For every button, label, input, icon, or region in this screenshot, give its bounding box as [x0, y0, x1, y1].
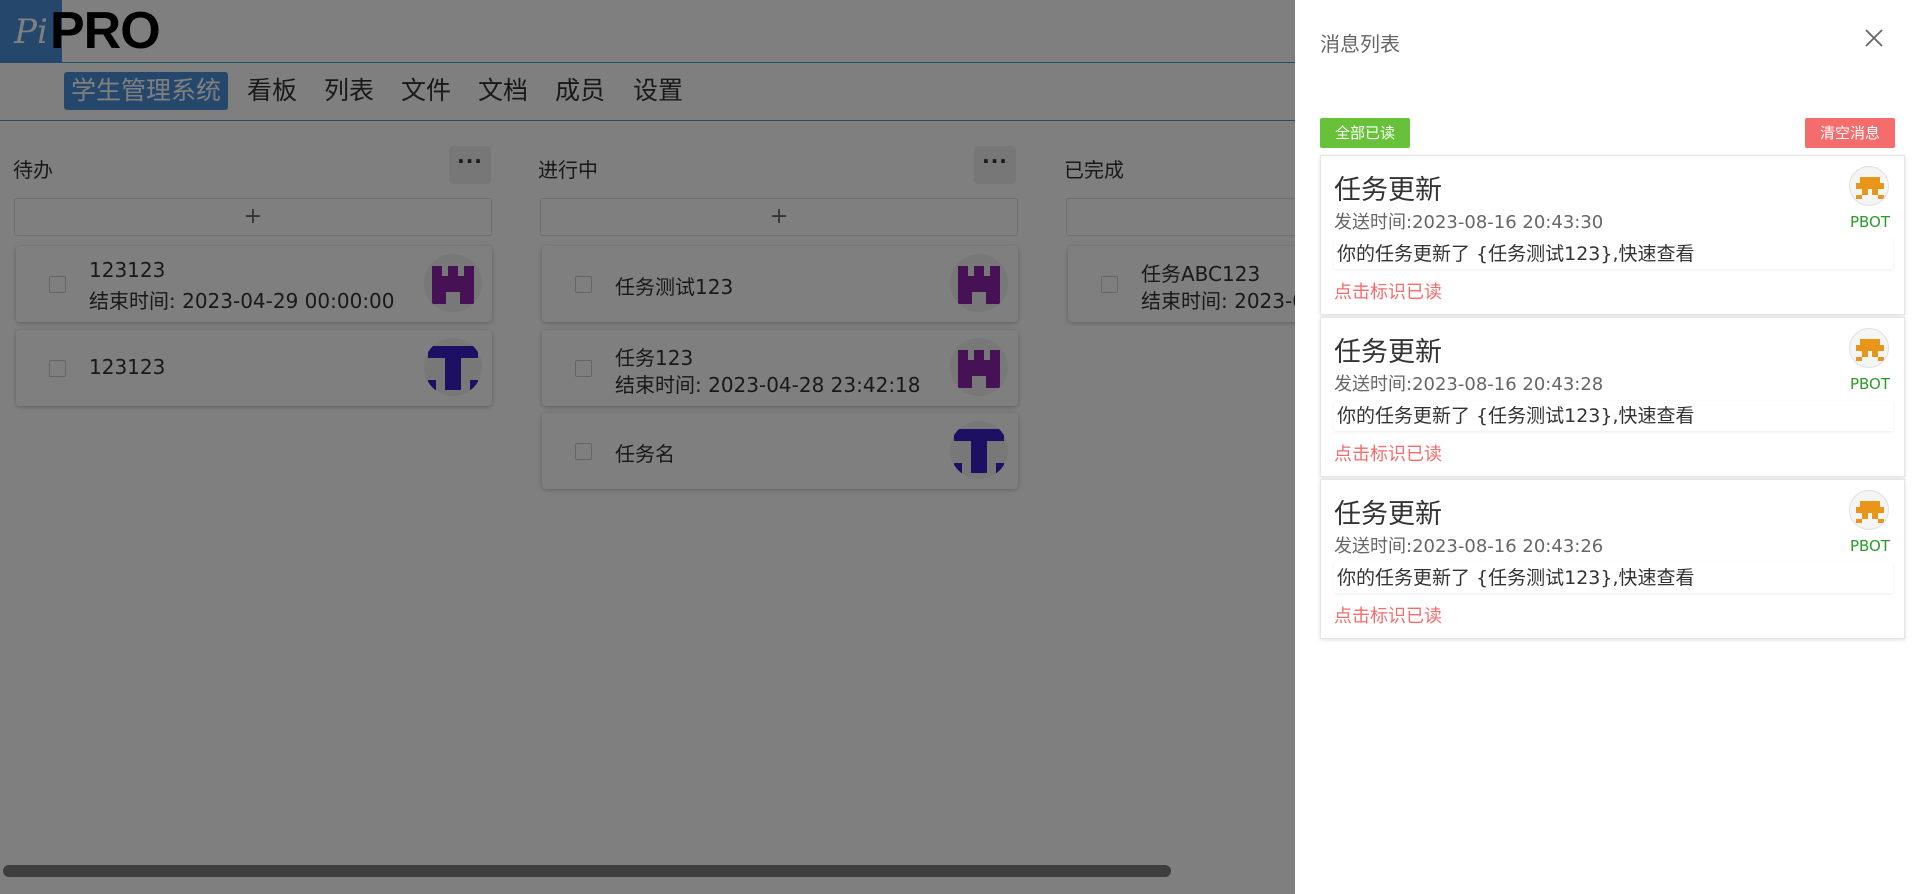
mark-read-link[interactable]: 点击标识已读 [1334, 440, 1442, 466]
message-drawer: 消息列表 全部已读 清空消息 任务更新 发送时间:2023-08-16 20:4… [1295, 0, 1920, 894]
message-time: 发送时间:2023-08-16 20:43:28 [1334, 374, 1604, 395]
drawer-title: 消息列表 [1320, 32, 1400, 56]
message-sender: PBOT [1849, 213, 1890, 231]
message-title: 任务更新 [1334, 175, 1442, 206]
robot-avatar [1849, 328, 1889, 368]
message-title: 任务更新 [1334, 499, 1442, 530]
close-icon[interactable] [1863, 27, 1885, 49]
message-title: 任务更新 [1334, 337, 1442, 368]
clear-messages-button[interactable]: 清空消息 [1805, 118, 1895, 148]
message-time: 发送时间:2023-08-16 20:43:30 [1334, 212, 1604, 233]
message-body[interactable]: 你的任务更新了 {任务测试123},快速查看 [1334, 563, 1893, 593]
message-card: 任务更新 发送时间:2023-08-16 20:43:30 你的任务更新了 {任… [1320, 155, 1905, 315]
message-sender: PBOT [1849, 537, 1890, 555]
robot-avatar [1849, 490, 1889, 530]
message-card: 任务更新 发送时间:2023-08-16 20:43:26 你的任务更新了 {任… [1320, 479, 1905, 639]
message-body[interactable]: 你的任务更新了 {任务测试123},快速查看 [1334, 239, 1893, 269]
message-time: 发送时间:2023-08-16 20:43:26 [1334, 536, 1604, 557]
mark-all-read-button[interactable]: 全部已读 [1320, 118, 1410, 148]
mark-read-link[interactable]: 点击标识已读 [1334, 278, 1442, 304]
robot-avatar [1849, 166, 1889, 206]
message-body[interactable]: 你的任务更新了 {任务测试123},快速查看 [1334, 401, 1893, 431]
message-card: 任务更新 发送时间:2023-08-16 20:43:28 你的任务更新了 {任… [1320, 317, 1905, 477]
message-sender: PBOT [1849, 375, 1890, 393]
mark-read-link[interactable]: 点击标识已读 [1334, 602, 1442, 628]
